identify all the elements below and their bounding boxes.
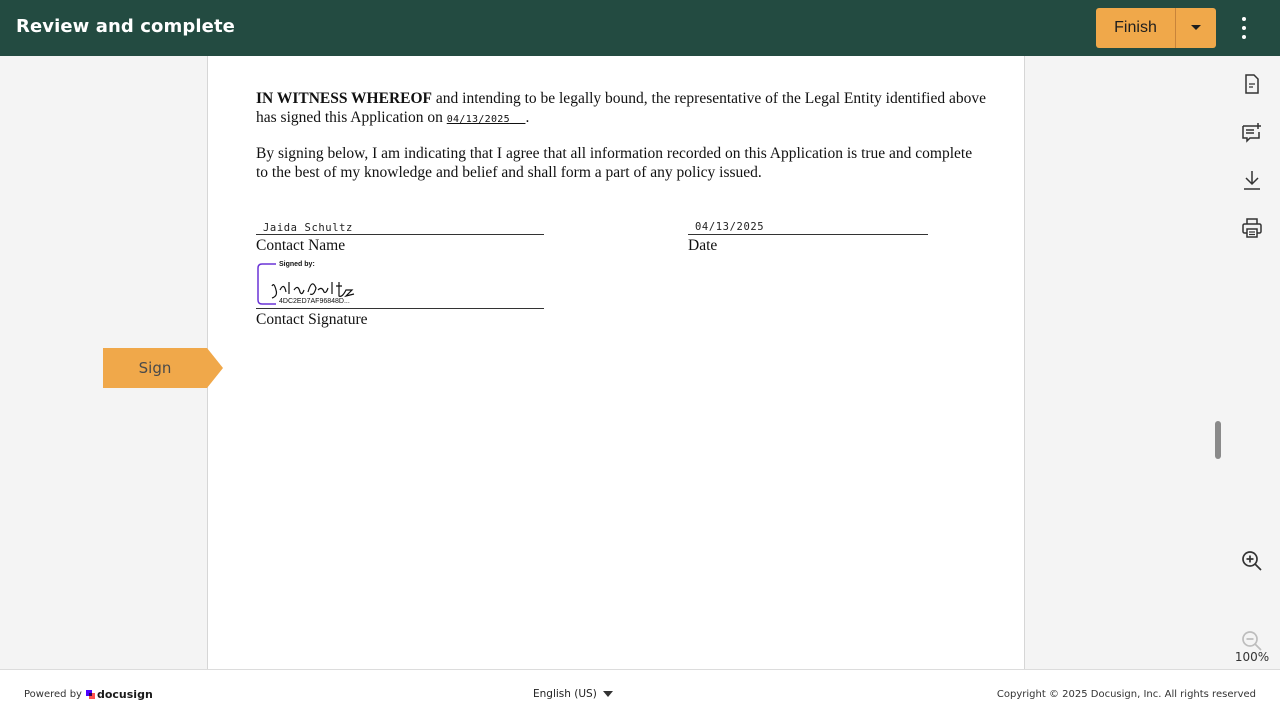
- zoom-out-icon[interactable]: [1240, 629, 1264, 653]
- date-value: 04/13/2025: [695, 221, 765, 233]
- witness-paragraph: IN WITNESS WHEREOF and intending to be l…: [256, 90, 986, 129]
- zoom-in-icon[interactable]: [1240, 549, 1264, 573]
- contact-name-line: [256, 234, 544, 235]
- scrollbar-thumb[interactable]: [1215, 421, 1221, 459]
- finish-button-group: Finish: [1096, 8, 1216, 48]
- document-icon[interactable]: [1240, 72, 1264, 96]
- signed-by-label: Signed by:: [279, 261, 315, 268]
- caret-down-icon: [602, 691, 613, 697]
- witness-end: .: [525, 108, 530, 126]
- signature-line: [256, 308, 544, 309]
- date-line: [688, 234, 928, 235]
- download-icon[interactable]: [1240, 168, 1264, 192]
- witness-lead: IN WITNESS WHEREOF: [256, 90, 433, 107]
- print-icon[interactable]: [1240, 216, 1264, 240]
- contact-signature-label: Contact Signature: [256, 311, 368, 328]
- language-label: English (US): [533, 688, 597, 700]
- page-title: Review and complete: [16, 16, 235, 37]
- more-options-icon[interactable]: [1232, 14, 1256, 42]
- contact-name-label: Contact Name: [256, 237, 346, 254]
- sign-navigation-tag[interactable]: Sign: [103, 348, 223, 388]
- contact-name-value: Jaida Schultz: [263, 222, 353, 234]
- add-comment-icon[interactable]: [1240, 120, 1264, 144]
- top-bar: Review and complete Finish: [0, 0, 1280, 56]
- docusign-logo: docusign: [85, 688, 153, 701]
- date-label: Date: [688, 237, 718, 254]
- envelope-id: 4DC2ED7AF96848D...: [279, 298, 350, 305]
- signature-stamp: Signed by: 4DC2ED7AF96848D...: [256, 260, 366, 308]
- signed-on-date: 04/13/2025: [446, 113, 510, 125]
- document-page: IN WITNESS WHEREOF and intending to be l…: [207, 56, 1025, 669]
- finish-options-button[interactable]: [1176, 8, 1216, 48]
- powered-by-label: Powered by: [24, 689, 82, 700]
- copyright-text: Copyright © 2025 Docusign, Inc. All righ…: [996, 689, 1256, 700]
- docusign-mark-icon: [85, 690, 95, 699]
- footer: Powered by docusign English (US) Copyrig…: [0, 669, 1280, 720]
- powered-by: Powered by docusign: [24, 688, 153, 701]
- caret-down-icon: [1191, 25, 1201, 30]
- sign-tag-label: Sign: [138, 359, 172, 377]
- docusign-brand: docusign: [96, 688, 153, 701]
- agreement-paragraph: By signing below, I am indicating that I…: [256, 145, 973, 181]
- finish-button[interactable]: Finish: [1096, 8, 1176, 48]
- language-selector[interactable]: English (US): [533, 688, 613, 700]
